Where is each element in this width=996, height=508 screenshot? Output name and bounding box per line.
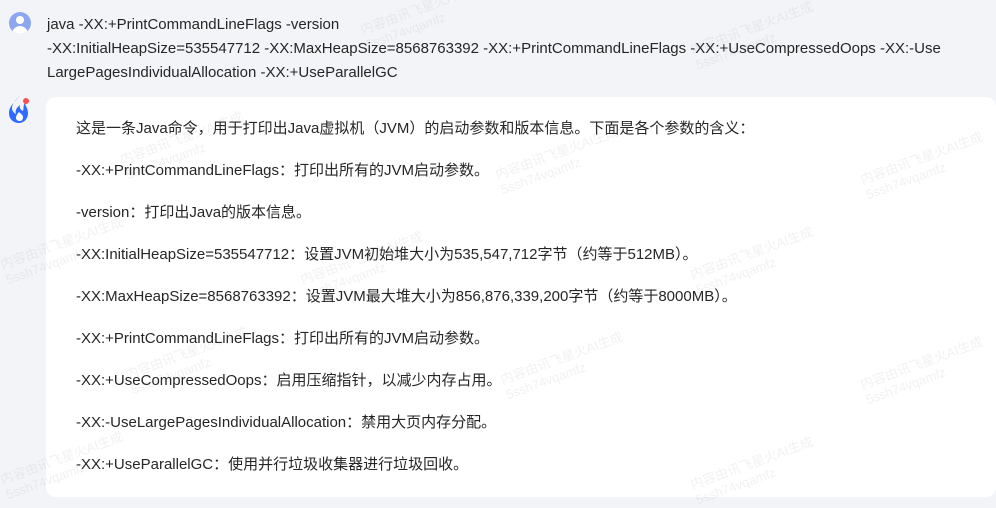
user-avatar-icon — [9, 12, 31, 34]
user-message-text: java -XX:+PrintCommandLineFlags -version… — [47, 16, 941, 81]
answer-line-parallel-gc: -XX:+UseParallelGC：使用并行垃圾收集器进行垃圾回收。 — [76, 456, 469, 473]
answer-line-initial-heap: -XX:InitialHeapSize=535547712：设置JVM初始堆大小… — [76, 246, 698, 263]
answer-intro: 这是一条Java命令，用于打印出Java虚拟机（JVM）的启动参数和版本信息。下… — [76, 120, 755, 137]
answer-line-large-pages: -XX:-UseLargePagesIndividualAllocation：禁… — [76, 414, 497, 431]
chat-conversation: java -XX:+PrintCommandLineFlags -version… — [0, 0, 996, 507]
answer-line-compressed-oops: -XX:+UseCompressedOops：启用压缩指针，以减少内存占用。 — [76, 372, 502, 389]
answer-line-print-flags-2: -XX:+PrintCommandLineFlags：打印出所有的JVM启动参数… — [76, 330, 490, 347]
answer-line-max-heap: -XX:MaxHeapSize=8568763392：设置JVM最大堆大小为85… — [76, 288, 737, 305]
spark-logo-icon — [6, 94, 32, 124]
answer-line-version: -version：打印出Java的版本信息。 — [76, 204, 312, 221]
assistant-message: 这是一条Java命令，用于打印出Java虚拟机（JVM）的启动参数和版本信息。下… — [46, 97, 996, 497]
answer-line-print-flags: -XX:+PrintCommandLineFlags：打印出所有的JVM启动参数… — [76, 162, 490, 179]
